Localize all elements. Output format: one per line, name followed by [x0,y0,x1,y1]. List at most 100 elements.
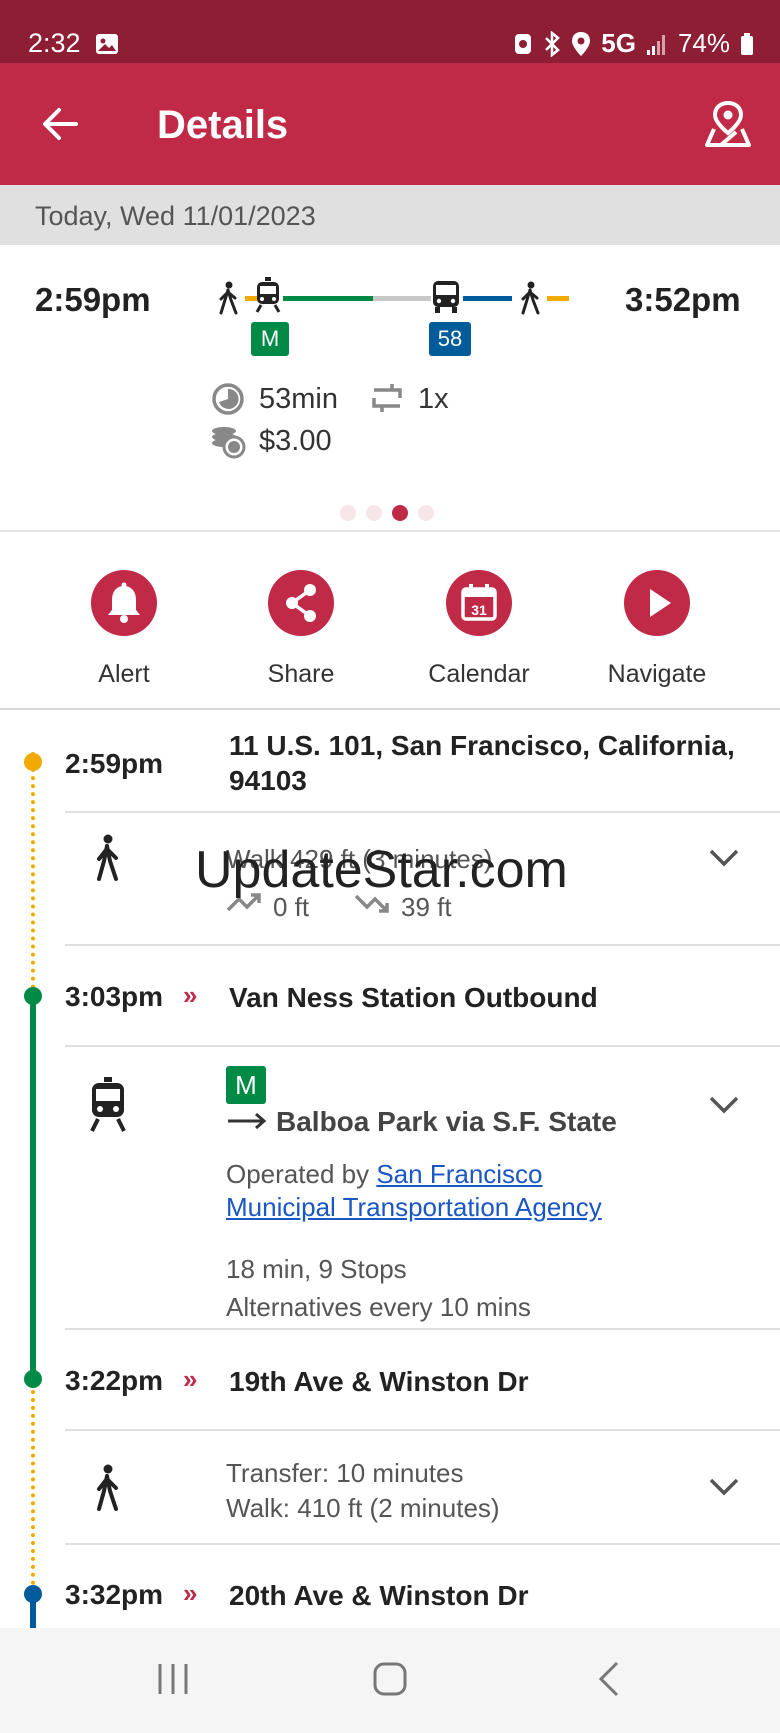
trip-fare: $3.00 [259,425,332,457]
divider [65,1543,780,1545]
action-bar: Alert Share 31 Calendar Navigate [0,532,780,710]
map-pin-icon[interactable] [703,99,753,149]
ride-frequency: Alternatives every 10 mins [226,1292,531,1322]
walk-icon [97,834,118,881]
arrival-time: 3:52pm [625,281,741,318]
page-dot[interactable] [340,505,356,521]
stop-time: 3:32pm [65,1579,164,1610]
clock-icon [212,383,244,415]
divider [65,1429,780,1431]
walk-icon [219,281,238,315]
transfer-count: 1x [418,383,449,415]
rail-segment [283,296,373,301]
realtime-icon: » [183,1364,198,1394]
home-icon[interactable] [372,1661,408,1697]
realtime-icon: » [183,980,198,1010]
calendar-label: Calendar [428,660,530,688]
stop-dot [24,1585,42,1603]
walk-segment [547,296,569,301]
transfer-rail [31,1390,35,1585]
share-label: Share [267,660,335,688]
ride-stops: 18 min, 9 Stops [226,1254,407,1284]
alert-button[interactable]: Alert [44,570,204,689]
status-icons: 5G 74% [513,28,754,59]
operated-by-label: Operated by [226,1159,370,1189]
page-dot[interactable] [366,505,382,521]
divider [65,811,780,813]
share-icon [268,570,334,636]
play-icon [624,570,690,636]
back-arrow-icon[interactable] [38,101,84,147]
realtime-icon: » [183,1578,198,1608]
agency-link-line2[interactable]: Municipal Transportation Agency [226,1192,602,1222]
gallery-icon [96,34,118,54]
navigate-button[interactable]: Navigate [577,570,737,689]
divider [65,1045,780,1047]
stop-name: Van Ness Station Outbound [229,982,598,1013]
page-dot-active[interactable] [392,505,408,521]
divider [65,944,780,946]
status-time: 2:32 [28,28,81,58]
stop-time: 3:22pm [65,1365,164,1396]
signal-icon [646,34,665,55]
bluetooth-icon [545,30,561,57]
transfer-walk: Walk: 410 ft (2 minutes) [226,1493,500,1523]
chevron-down-icon[interactable] [704,837,744,877]
location-icon [572,31,591,56]
origin-name-line2: 94103 [229,765,307,796]
status-bar: 2:32 5G 74% [0,0,780,63]
train-icon [255,277,281,313]
transfer-segment [373,296,431,301]
calendar-icon: 31 [446,570,512,636]
recent-apps-icon[interactable] [155,1661,191,1697]
app-bar: Details [0,63,780,185]
date-bar: Today, Wed 11/01/2023 [0,185,780,245]
coins-icon [212,427,246,459]
rail-line-rail [30,997,36,1379]
train-icon [90,1077,126,1132]
divider [65,1328,780,1330]
transfer-icon [372,384,402,412]
bell-icon [91,570,157,636]
stop-dot [24,1370,42,1388]
battery-icon [741,32,753,55]
calendar-button[interactable]: 31 Calendar [399,570,559,689]
trip-date: Today, Wed 11/01/2023 [35,201,316,231]
origin-dot [24,753,42,771]
transfer-time: Transfer: 10 minutes [226,1458,464,1488]
network-type: 5G [601,28,636,58]
system-nav-bar [0,1628,780,1733]
headsign: Balboa Park via S.F. State [276,1106,617,1137]
stop-dot [24,987,42,1005]
operator-info: Operated by San Francisco Municipal Tran… [226,1158,602,1224]
walk-icon [97,1464,118,1511]
trip-summary-card[interactable]: 2:59pm 3:52pm M 58 53min 1x $3.00 [0,245,780,532]
android-auto-icon [515,33,532,54]
battery-percent: 74% [677,28,730,58]
arrow-right-icon [228,1112,267,1130]
rail-line-badge: M [251,322,289,356]
bus-icon [433,281,459,313]
page-dot[interactable] [418,505,434,521]
page-title: Details [157,103,289,147]
walk-rail [31,752,35,997]
alert-label: Alert [98,660,150,688]
page-indicator[interactable] [340,505,434,521]
stop-name: 20th Ave & Winston Dr [229,1580,529,1611]
back-icon[interactable] [595,1661,623,1697]
walk-icon [521,281,540,315]
bus-line-badge: 58 [429,322,471,356]
agency-link[interactable]: San Francisco [376,1159,542,1189]
chevron-down-icon[interactable] [704,1084,744,1124]
calendar-day: 31 [471,602,487,618]
watermark: UpdateStar.com [195,841,568,899]
trip-duration: 53min [259,383,338,415]
stop-name: 19th Ave & Winston Dr [229,1366,529,1397]
share-button[interactable]: Share [221,570,381,689]
stop-time: 3:03pm [65,981,164,1012]
departure-time: 2:59pm [35,281,151,318]
bus-segment [463,296,512,301]
origin-name: 11 U.S. 101, San Francisco, California, [229,730,735,761]
origin-time: 2:59pm [65,748,164,779]
chevron-down-icon[interactable] [704,1466,744,1506]
